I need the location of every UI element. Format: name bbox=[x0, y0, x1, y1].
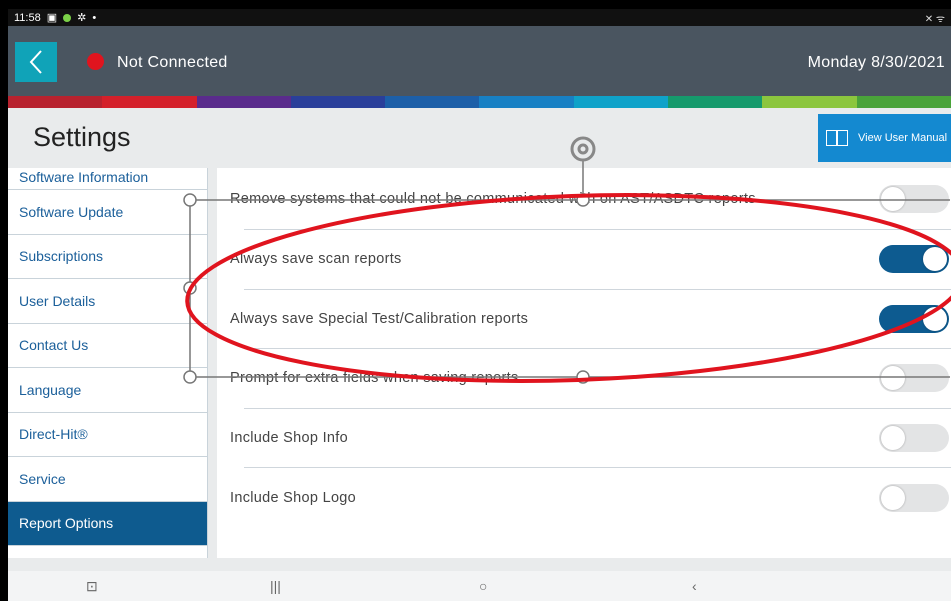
brand-color-segment bbox=[385, 96, 480, 108]
setting-row: Include Shop Info bbox=[230, 409, 951, 468]
setting-toggle[interactable] bbox=[879, 245, 949, 274]
setting-toggle[interactable] bbox=[879, 184, 949, 213]
setting-label: Always save Special Test/Calibration rep… bbox=[230, 310, 529, 327]
brand-color-segment bbox=[196, 96, 291, 108]
recent-apps-icon[interactable]: ||| bbox=[270, 578, 281, 594]
sidebar-item-label: Direct-Hit® bbox=[19, 426, 88, 443]
setting-row: Always save scan reports bbox=[230, 230, 951, 290]
sidebar-item-label: User Details bbox=[19, 292, 96, 309]
app-screen: Not Connected Monday 8/30/2021 Settings … bbox=[8, 26, 951, 601]
sidebar-item-service[interactable]: Service bbox=[8, 457, 207, 502]
sidebar-item-label: Subscriptions bbox=[19, 248, 104, 265]
sidebar-item-report-options[interactable]: Report Options bbox=[8, 501, 207, 546]
brand-color-segment bbox=[102, 96, 197, 108]
title-bar: Settings View User Manual bbox=[8, 108, 951, 168]
sidebar-item-user-details[interactable]: User Details bbox=[8, 279, 207, 324]
setting-label: Include Shop Info bbox=[230, 429, 348, 446]
sidebar-item-subscriptions[interactable]: Subscriptions bbox=[8, 235, 207, 279]
setting-label: Remove systems that could not be communi… bbox=[230, 190, 756, 207]
book-icon bbox=[826, 130, 848, 146]
sidebar-item-label: Service bbox=[19, 470, 66, 487]
app-header: Not Connected Monday 8/30/2021 bbox=[8, 26, 951, 96]
back-button[interactable] bbox=[15, 42, 57, 82]
sidebar-item-label: Contact Us bbox=[19, 337, 89, 354]
gallery-icon: ▣ bbox=[46, 12, 58, 24]
gear-icon: ✲ bbox=[77, 12, 87, 24]
setting-row: Include Shop Logo bbox=[230, 468, 951, 528]
brand-color-segment bbox=[8, 96, 103, 108]
brand-color-segment bbox=[479, 96, 574, 108]
connection-status: Not Connected bbox=[117, 54, 228, 71]
current-date: Monday 8/30/2021 bbox=[807, 54, 945, 71]
setting-toggle[interactable] bbox=[879, 423, 949, 452]
system-status-bar: 11:58 ▣ ✲ • ✕ ᯤ bbox=[8, 9, 951, 26]
setting-label: Prompt for extra fields when saving repo… bbox=[230, 370, 519, 387]
clock: 11:58 bbox=[14, 11, 41, 24]
sidebar-item-label: Report Options bbox=[19, 515, 114, 532]
signal-icons: ✕ ᯤ bbox=[924, 13, 945, 25]
setting-toggle[interactable] bbox=[879, 304, 949, 333]
settings-sidebar: Software Information Software Update Sub… bbox=[8, 168, 208, 558]
setting-row: Remove systems that could not be communi… bbox=[230, 168, 951, 230]
connection-status-dot bbox=[87, 53, 104, 70]
android-nav-bar: ⊡ ||| ○ ‹ bbox=[8, 571, 951, 601]
sidebar-item-software-update[interactable]: Software Update bbox=[8, 190, 207, 235]
more-dot-icon: • bbox=[92, 11, 97, 24]
sidebar-item-label: Language bbox=[19, 381, 82, 398]
brand-color-segment bbox=[668, 96, 763, 108]
brand-color-segment bbox=[762, 96, 857, 108]
brand-color-segment bbox=[573, 96, 669, 108]
setting-row: Prompt for extra fields when saving repo… bbox=[230, 349, 951, 409]
brand-color-segment bbox=[290, 96, 386, 108]
setting-toggle[interactable] bbox=[879, 364, 949, 393]
nav-back-icon[interactable]: ‹ bbox=[692, 578, 697, 594]
sidebar-item-language[interactable]: Language bbox=[8, 368, 207, 413]
screenshot-icon[interactable]: ⊡ bbox=[86, 578, 98, 595]
sidebar-item-contact-us[interactable]: Contact Us bbox=[8, 324, 207, 368]
sidebar-item-software-information[interactable]: Software Information bbox=[8, 168, 207, 190]
setting-toggle[interactable] bbox=[879, 483, 949, 512]
notification-dot-icon bbox=[63, 13, 72, 22]
view-user-manual-button[interactable]: View User Manual bbox=[818, 114, 951, 162]
view-user-manual-label: View User Manual bbox=[858, 132, 948, 144]
sidebar-item-direct-hit[interactable]: Direct-Hit® bbox=[8, 413, 207, 457]
page-title: Settings bbox=[33, 122, 131, 152]
chevron-left-icon bbox=[29, 50, 42, 74]
setting-label: Always save scan reports bbox=[230, 251, 402, 268]
brand-color-strip bbox=[8, 96, 951, 108]
brand-color-segment bbox=[856, 96, 951, 108]
report-options-panel: Remove systems that could not be communi… bbox=[217, 168, 951, 558]
home-icon[interactable]: ○ bbox=[479, 578, 487, 594]
setting-row: Always save Special Test/Calibration rep… bbox=[230, 290, 951, 349]
setting-label: Include Shop Logo bbox=[230, 489, 357, 506]
sidebar-item-label: Software Update bbox=[19, 203, 124, 220]
sidebar-item-label: Software Information bbox=[19, 169, 149, 185]
